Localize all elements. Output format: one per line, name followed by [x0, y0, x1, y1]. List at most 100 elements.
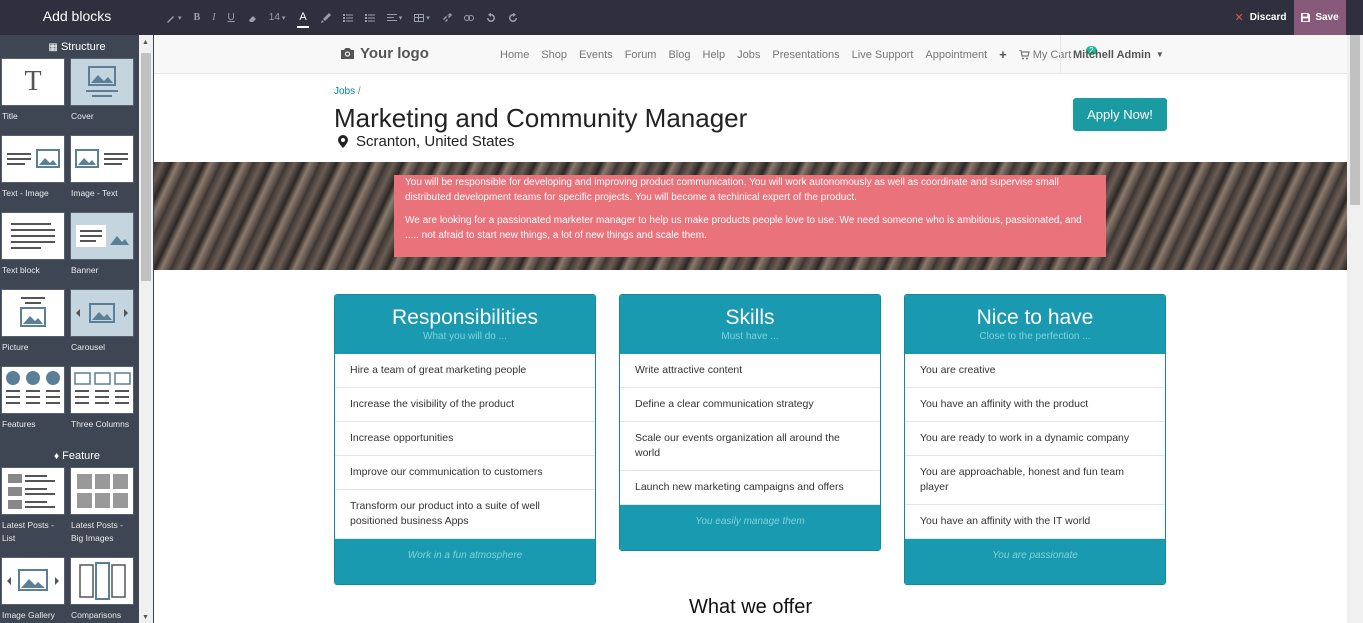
list-item: You are ready to work in a dynamic compa… — [905, 422, 1165, 456]
snippet-cover[interactable]: Cover — [70, 58, 136, 135]
sidebar-scroll-thumb[interactable] — [141, 53, 151, 281]
italic-button[interactable]: I — [206, 0, 221, 35]
site-logo[interactable]: Your logo — [341, 45, 429, 62]
bold-button[interactable]: B — [188, 0, 207, 35]
snippet-title[interactable]: T Title — [1, 58, 67, 135]
discard-button[interactable]: ✕ Discard — [1227, 0, 1294, 35]
nav-home[interactable]: Home — [500, 49, 529, 61]
undo-icon — [486, 12, 495, 22]
snippet-image-gallery[interactable]: Image Gallery — [1, 557, 67, 623]
font-size-dropdown[interactable]: 14 ▾ — [263, 0, 292, 35]
card-title: Nice to have — [976, 306, 1094, 329]
snippet-label: Comparisons — [71, 610, 122, 620]
nav-live-support[interactable]: Live Support — [852, 49, 914, 61]
table-icon — [414, 13, 425, 22]
snippet-latest-posts-list[interactable]: Latest Posts - List — [1, 467, 67, 557]
shopping-cart-icon — [1018, 49, 1030, 59]
page-scroll-thumb[interactable] — [1350, 35, 1360, 205]
nav-shop[interactable]: Shop — [541, 49, 567, 61]
diamond-icon: ♦ — [53, 451, 60, 462]
snippet-picture[interactable]: Picture — [1, 289, 67, 366]
unordered-list-button[interactable] — [337, 0, 359, 35]
font-size-value: 14 — [268, 12, 280, 23]
card-header: Nice to have Close to the perfection ... — [905, 295, 1165, 354]
main-menu: Home Shop Events Forum Blog Help Jobs Pr… — [500, 35, 1121, 74]
banner-paragraph-1: You will be responsible for developing a… — [405, 177, 1059, 203]
snippet-text-block[interactable]: Text block — [1, 212, 67, 289]
snippet-label: Text - Image — [2, 188, 49, 198]
snippet-latest-posts-big[interactable]: Latest Posts - Big Images — [70, 467, 136, 557]
card-subtitle: What you will do ... — [423, 331, 507, 342]
save-button[interactable]: Save — [1294, 0, 1346, 35]
scroll-up-icon[interactable]: ▲ — [142, 39, 149, 46]
list-item: Define a clear communication strategy — [620, 388, 880, 422]
snippet-label: Three Columns — [71, 419, 130, 429]
link-icon — [442, 12, 452, 22]
feature-blocks-grid: Latest Posts - List Latest Posts - Big I… — [0, 467, 154, 623]
nav-help[interactable]: Help — [703, 49, 726, 61]
snippet-label: Latest Posts - List — [2, 520, 54, 543]
section-heading: What we offer — [688, 596, 813, 618]
ordered-list-button[interactable] — [359, 0, 381, 35]
card-header: Responsibilities What you will do ... — [335, 295, 595, 354]
blocks-sidebar: ▦ Structure T Title Cover Text - Image I… — [0, 35, 154, 623]
snippet-banner[interactable]: Banner — [70, 212, 136, 289]
font-color-button[interactable]: A — [297, 8, 309, 28]
nav-forum[interactable]: Forum — [625, 49, 657, 61]
snippet-features[interactable]: Features — [1, 366, 67, 443]
breadcrumb-jobs-link[interactable]: Jobs — [334, 86, 355, 97]
page-scrollbar[interactable] — [1347, 35, 1363, 623]
close-icon: ✕ — [1234, 12, 1244, 24]
link-button[interactable] — [436, 0, 458, 35]
snippet-carousel[interactable]: Carousel — [70, 289, 136, 366]
font-color-label: A — [299, 10, 307, 23]
feature-section-header: ♦ Feature — [0, 445, 154, 467]
card-subtitle: Must have ... — [721, 331, 779, 342]
scroll-down-icon[interactable]: ▼ — [142, 614, 149, 621]
nav-presentations[interactable]: Presentations — [772, 49, 839, 61]
paint-brush-icon — [320, 12, 331, 23]
card-footer: You easily manage them — [620, 505, 880, 550]
floppy-disk-icon — [1301, 13, 1311, 22]
nav-blog[interactable]: Blog — [668, 49, 690, 61]
align-dropdown[interactable]: ▾ — [381, 0, 409, 35]
snippet-label: Features — [2, 419, 36, 429]
card-header: Skills Must have ... — [620, 295, 880, 354]
apply-now-button[interactable]: Apply Now! — [1073, 98, 1167, 131]
underline-button[interactable]: U — [222, 0, 241, 35]
user-menu[interactable]: Mitchell Admin ▼ — [1060, 35, 1164, 74]
camera-icon — [341, 48, 354, 59]
image-button[interactable] — [458, 0, 480, 35]
sidebar-scrollbar[interactable]: ▲ ▼ — [139, 35, 153, 623]
image-gallery-icon — [1, 557, 65, 605]
eraser-button[interactable] — [241, 0, 263, 35]
eraser-icon — [248, 15, 256, 22]
list-item: Transform our product into a suite of we… — [335, 490, 595, 539]
snippet-text-image[interactable]: Text - Image — [1, 135, 67, 212]
list-item: Increase the visibility of the product — [335, 388, 595, 422]
snippet-image-text[interactable]: Image - Text — [70, 135, 136, 212]
image-text-icon — [70, 135, 134, 183]
nav-appointment[interactable]: Appointment — [925, 49, 987, 61]
card-footer: Work in a fun atmosphere — [335, 539, 595, 584]
undo-button[interactable] — [480, 0, 502, 35]
nav-jobs[interactable]: Jobs — [737, 49, 760, 61]
highlight-button[interactable] — [315, 0, 337, 35]
carousel-icon — [70, 289, 134, 337]
list-item: You are creative — [905, 354, 1165, 388]
align-icon — [386, 13, 397, 21]
style-dropdown[interactable]: ▾ — [160, 0, 188, 35]
nav-events[interactable]: Events — [579, 49, 613, 61]
banner-paragraph-2: We are looking for a passionated markete… — [405, 215, 1082, 241]
snippet-label: Text block — [2, 265, 40, 275]
location-text: Scranton, United States — [356, 133, 515, 150]
table-dropdown[interactable]: ▾ — [408, 0, 436, 35]
list-item: Write attractive content — [620, 354, 880, 388]
banner-text-box[interactable]: You will be responsible for developing a… — [394, 175, 1106, 257]
snippet-comparisons[interactable]: Comparisons — [70, 557, 136, 623]
responsibilities-card: Responsibilities What you will do ... Hi… — [334, 294, 596, 585]
redo-button[interactable] — [502, 0, 524, 35]
list-item: You have an affinity with the product — [905, 388, 1165, 422]
snippet-three-columns[interactable]: Three Columns — [70, 366, 136, 443]
add-menu-item-button[interactable]: + — [999, 47, 1007, 62]
